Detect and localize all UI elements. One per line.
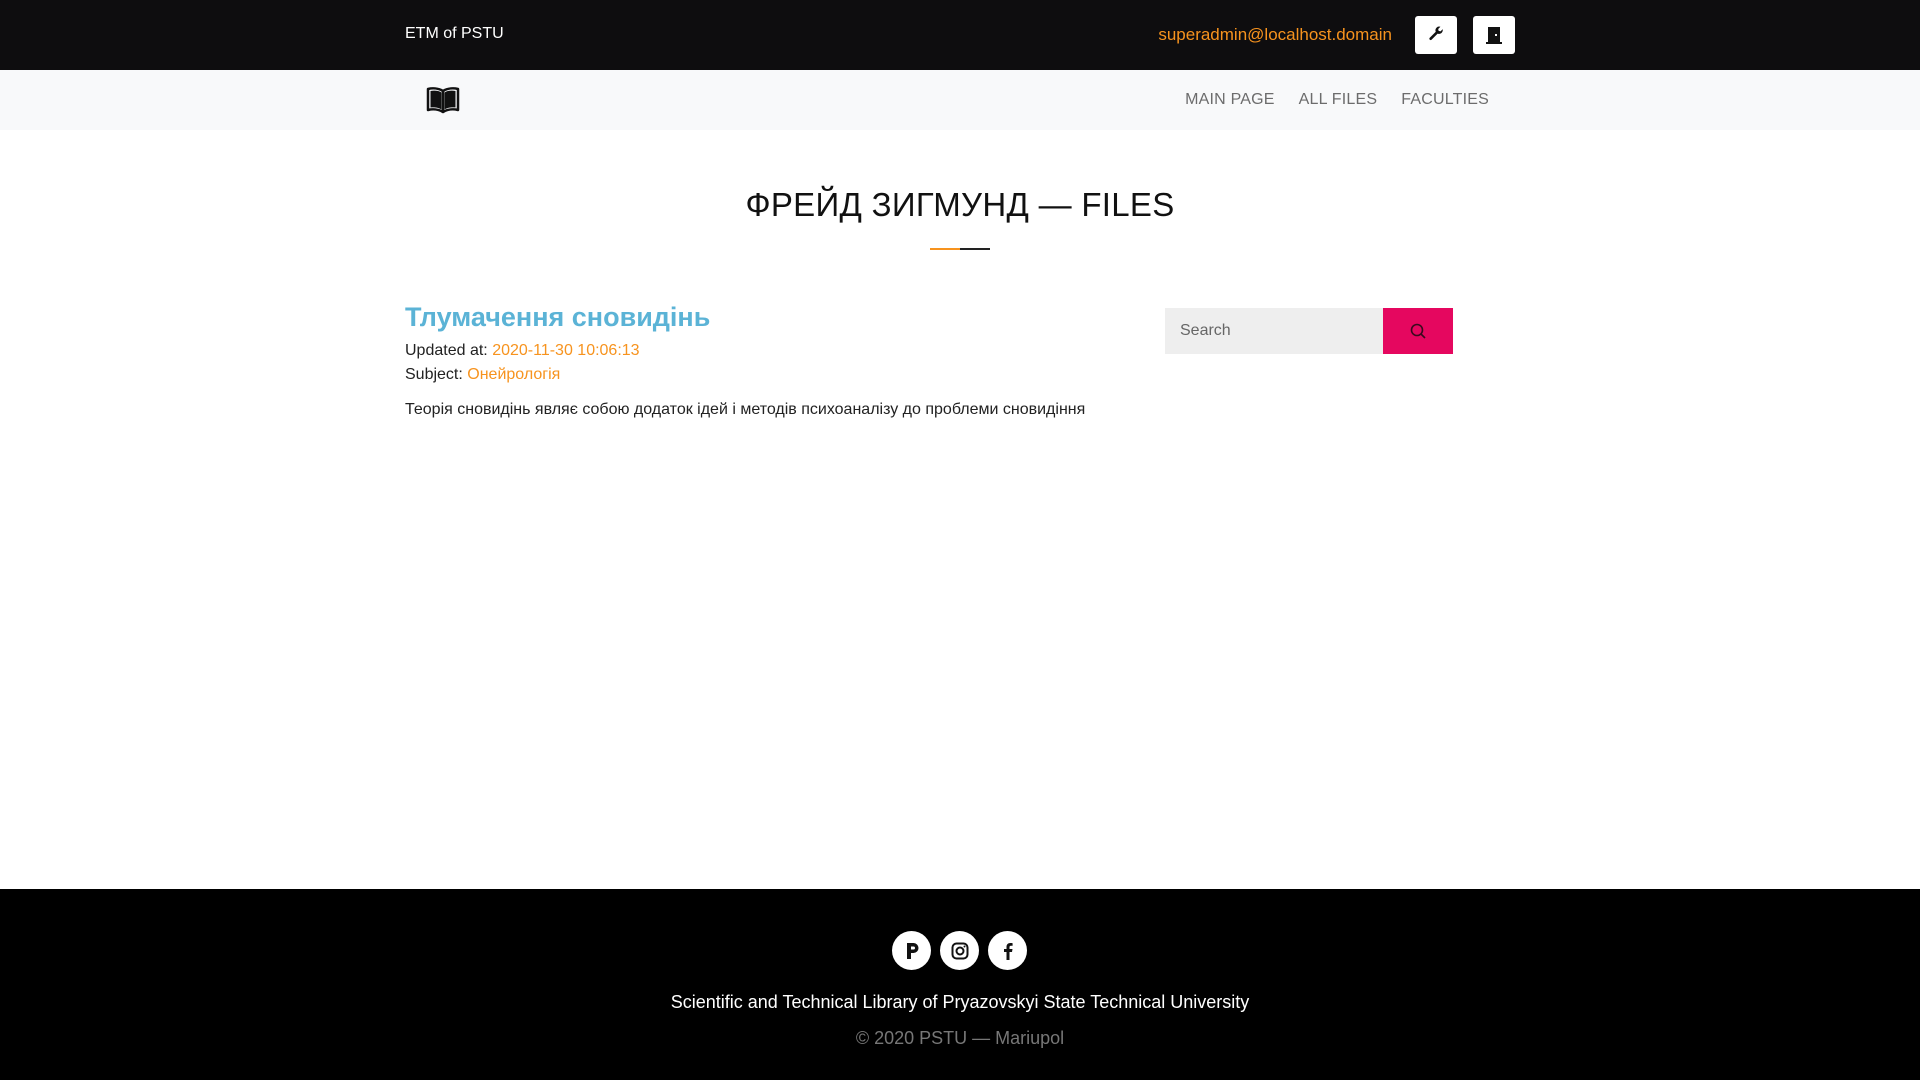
underline-accent bbox=[930, 248, 960, 250]
search-input[interactable] bbox=[1165, 308, 1383, 354]
updated-label: Updated at: bbox=[405, 342, 488, 359]
file-title-link[interactable]: Тлумачення сновидінь bbox=[405, 302, 1125, 333]
door-icon bbox=[1486, 27, 1502, 44]
user-email-link[interactable]: superadmin@localhost.domain bbox=[1158, 25, 1392, 45]
search-form bbox=[1165, 308, 1453, 354]
social-instagram-button[interactable] bbox=[940, 931, 979, 970]
social-links bbox=[892, 931, 1027, 970]
social-p-button[interactable] bbox=[892, 931, 931, 970]
title-underline bbox=[930, 248, 990, 250]
subject-row: Subject: Онейрологія bbox=[405, 363, 1125, 387]
nav-links: MAIN PAGE ALL FILES FACULTIES bbox=[1185, 70, 1489, 130]
nav-main-page[interactable]: MAIN PAGE bbox=[1185, 91, 1275, 109]
admin-button[interactable] bbox=[1415, 16, 1457, 54]
p-logo-icon bbox=[906, 942, 918, 959]
search-button[interactable] bbox=[1383, 308, 1453, 354]
footer: Scientific and Technical Library of Prya… bbox=[0, 889, 1920, 1080]
underline-dark bbox=[960, 248, 990, 250]
social-facebook-button[interactable] bbox=[988, 931, 1027, 970]
file-meta: Updated at: 2020-11-30 10:06:13 Subject:… bbox=[405, 339, 1125, 387]
logout-button[interactable] bbox=[1473, 16, 1515, 54]
file-entry: Тлумачення сновидінь Updated at: 2020-11… bbox=[405, 302, 1125, 419]
home-logo-link[interactable] bbox=[426, 86, 460, 114]
top-bar: ETM of PSTU superadmin@localhost.domain bbox=[0, 0, 1920, 70]
nav-all-files[interactable]: ALL FILES bbox=[1299, 91, 1378, 109]
footer-library-name: Scientific and Technical Library of Prya… bbox=[670, 992, 1250, 1012]
file-description: Теорія сновидінь являє собою додаток іде… bbox=[405, 401, 1086, 418]
updated-row: Updated at: 2020-11-30 10:06:13 bbox=[405, 339, 1125, 363]
site-brand[interactable]: ETM of PSTU bbox=[405, 25, 504, 43]
nav-bar: MAIN PAGE ALL FILES FACULTIES bbox=[0, 70, 1920, 130]
page-title: ФРЕЙД ЗИГМУНД — FILES bbox=[745, 186, 1175, 223]
subject-link[interactable]: Онейрологія bbox=[467, 366, 560, 383]
search-icon bbox=[1410, 323, 1426, 339]
subject-label: Subject: bbox=[405, 366, 463, 383]
instagram-icon bbox=[951, 942, 968, 959]
wrench-icon bbox=[1429, 26, 1443, 41]
open-book-icon bbox=[426, 87, 460, 114]
updated-value: 2020-11-30 10:06:13 bbox=[492, 342, 640, 359]
facebook-icon bbox=[1003, 942, 1013, 960]
footer-copyright: © 2020 PSTU — Mariupol bbox=[855, 1028, 1065, 1048]
nav-faculties[interactable]: FACULTIES bbox=[1401, 91, 1489, 109]
